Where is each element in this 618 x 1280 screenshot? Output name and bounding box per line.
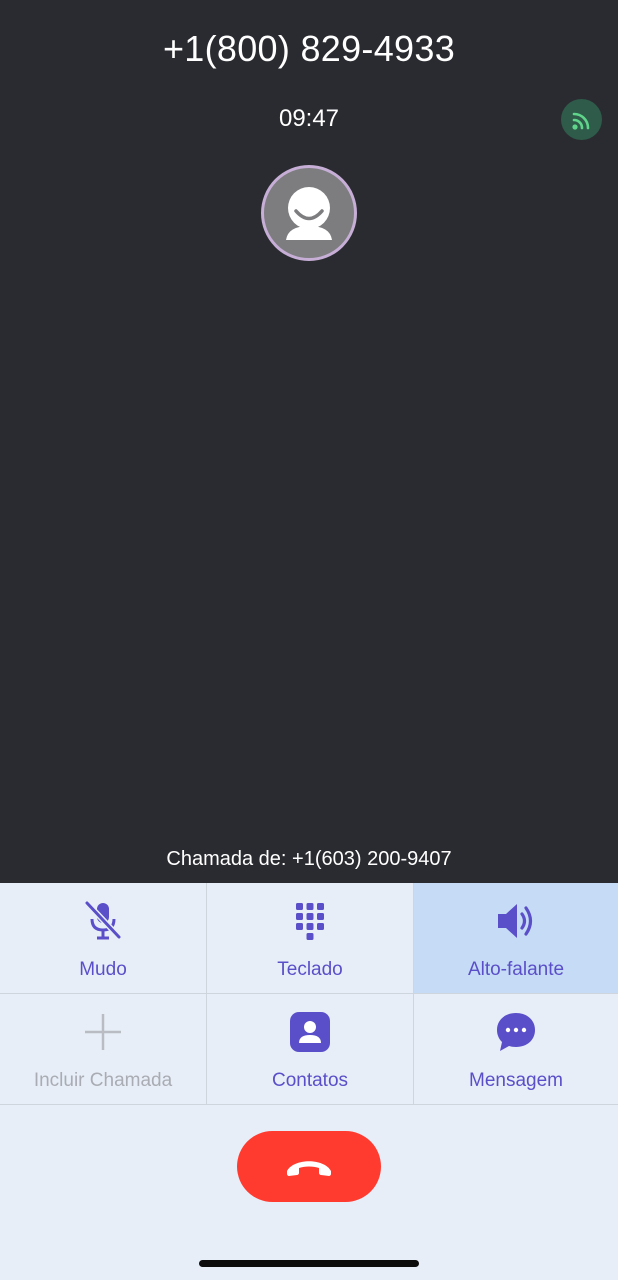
speaker-icon [486, 899, 546, 943]
mic-off-icon [73, 899, 133, 943]
end-call-button[interactable] [237, 1131, 381, 1202]
mute-button[interactable]: Mudo [0, 883, 207, 994]
message-label: Mensagem [469, 1070, 563, 1091]
dialpad-icon [280, 899, 340, 943]
plus-icon [73, 1010, 133, 1054]
add-call-button[interactable]: Incluir Chamada [0, 994, 207, 1105]
mute-label: Mudo [79, 959, 127, 980]
contacts-label: Contatos [271, 1070, 349, 1091]
home-indicator[interactable] [199, 1260, 419, 1267]
contact-icon [280, 1010, 340, 1054]
chat-bubble-icon [486, 1010, 546, 1054]
contact-avatar [261, 165, 357, 261]
call-timer: 09:47 [278, 105, 340, 132]
person-icon [286, 187, 332, 240]
call-screen: +1(800) 829-4933 09:47 Chamada de: +1(60… [0, 0, 618, 883]
keypad-button[interactable]: Teclado [207, 883, 414, 994]
message-button[interactable]: Mensagem [414, 994, 618, 1105]
speaker-button[interactable]: Alto-falante [414, 883, 618, 994]
speaker-label: Alto-falante [467, 959, 565, 980]
call-number: +1(800) 829-4933 [162, 28, 456, 69]
add-call-label: Incluir Chamada [33, 1070, 173, 1091]
contacts-button[interactable]: Contatos [207, 994, 414, 1105]
keypad-label: Teclado [277, 959, 343, 980]
caller-from-text: Chamada de: +1(603) 200-9407 [166, 848, 452, 870]
call-controls-panel: Mudo Teclado Alto-falante Incluir Chamad… [0, 883, 618, 1280]
call-controls-grid: Mudo Teclado Alto-falante Incluir Chamad… [0, 883, 618, 1105]
phone-hangup-icon [287, 1160, 331, 1176]
connection-signal-icon[interactable] [561, 99, 602, 140]
